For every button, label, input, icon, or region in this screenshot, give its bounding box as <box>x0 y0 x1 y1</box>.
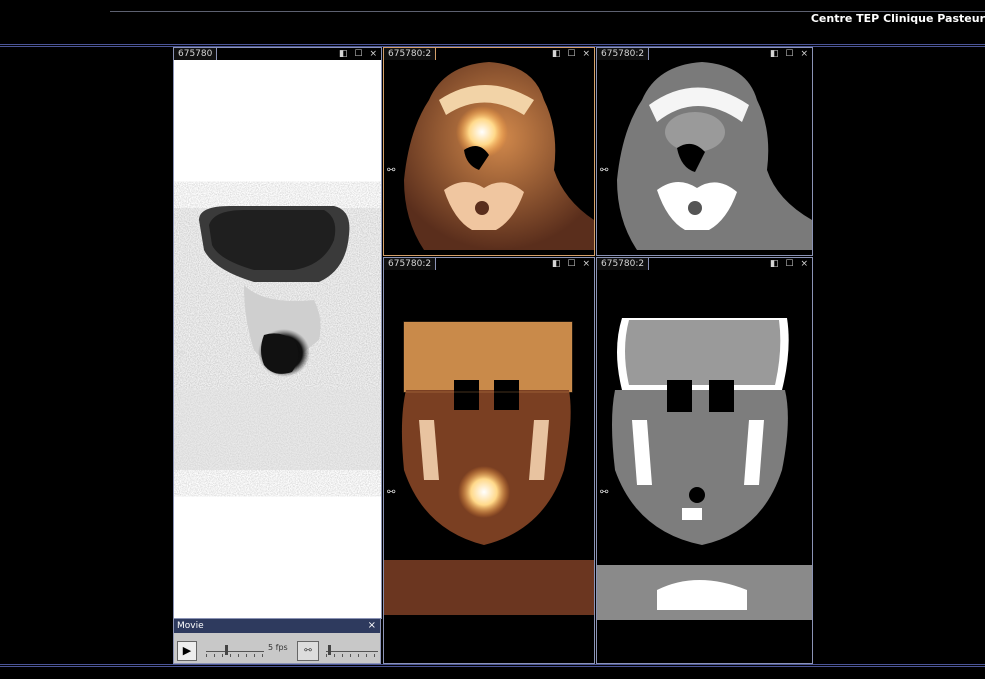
speed-slider[interactable] <box>206 645 264 659</box>
fps-label: 5 fps <box>268 643 288 652</box>
sync-button[interactable]: ⚯ <box>297 641 319 661</box>
viewer-tab[interactable]: 675780:2 <box>597 48 650 60</box>
viewer-mip[interactable]: 675780 ◧ ☐ × ⚯ <box>173 47 382 619</box>
ct-axial-image[interactable]: ⚯ <box>597 60 812 255</box>
fused-coronal-scan <box>384 321 594 615</box>
close-icon[interactable]: × <box>800 259 808 269</box>
viewer-fused-coronal[interactable]: 675780:2 ◧ ☐ × ⚯ <box>383 257 595 664</box>
site-name: Centre TEP Clinique Pasteur <box>810 12 985 25</box>
movie-title: Movie <box>177 621 204 631</box>
viewer-fused-axial[interactable]: 675780:2 ◧ ☐ × ⚯ <box>383 47 595 256</box>
link-icon[interactable]: ⚯ <box>600 487 608 498</box>
viewer-header: 675780:2 ◧ ☐ × <box>597 258 812 270</box>
viewer-tab[interactable]: 675780:2 <box>384 48 437 60</box>
footer-rule-1 <box>0 664 985 665</box>
restore-icon[interactable]: ◧ <box>770 259 779 269</box>
close-icon[interactable]: × <box>369 49 377 59</box>
sync-icon: ⚯ <box>304 646 312 656</box>
movie-close-icon[interactable]: × <box>368 619 376 633</box>
header-rule-1 <box>0 44 985 45</box>
footer-rule-2 <box>0 666 985 667</box>
restore-icon[interactable]: ◧ <box>552 49 561 59</box>
viewer-header: 675780:2 ◧ ☐ × <box>384 48 594 60</box>
mip-image[interactable]: ⚯ <box>174 60 381 618</box>
ct-coronal-scan <box>597 318 812 620</box>
link-icon[interactable]: ⚯ <box>600 165 608 176</box>
restore-icon[interactable]: ◧ <box>552 259 561 269</box>
viewer-header: 675780:2 ◧ ☐ × <box>597 48 812 60</box>
viewer-ct-coronal[interactable]: 675780:2 ◧ ☐ × ⚯ <box>596 257 813 664</box>
mip-scan-image <box>174 205 381 470</box>
frame-slider-thumb[interactable] <box>328 645 331 655</box>
restore-icon[interactable]: ◧ <box>339 49 348 59</box>
restore-icon[interactable]: ◧ <box>770 49 779 59</box>
viewer-header: 675780:2 ◧ ☐ × <box>384 258 594 270</box>
fused-axial-scan <box>404 62 594 250</box>
movie-header: Movie × <box>174 619 380 633</box>
viewer-header: 675780 ◧ ☐ × <box>174 48 381 60</box>
viewer-tab[interactable]: 675780:2 <box>384 258 437 270</box>
play-button[interactable]: ▶ <box>177 641 197 661</box>
link-icon[interactable]: ⚯ <box>387 487 395 498</box>
link-icon[interactable]: ⚯ <box>177 348 185 359</box>
viewer-tab[interactable]: 675780:2 <box>597 258 650 270</box>
speed-slider-thumb[interactable] <box>225 645 228 655</box>
fused-axial-image[interactable]: ⚯ <box>384 60 594 255</box>
maximize-icon[interactable]: ☐ <box>354 49 362 59</box>
viewer-ct-axial[interactable]: 675780:2 ◧ ☐ × ⚯ <box>596 47 813 256</box>
close-icon[interactable]: × <box>800 49 808 59</box>
maximize-icon[interactable]: ☐ <box>785 49 793 59</box>
ct-axial-scan <box>617 62 812 250</box>
frame-slider[interactable] <box>326 645 378 659</box>
link-icon[interactable]: ⚯ <box>387 165 395 176</box>
fused-coronal-image[interactable]: ⚯ <box>384 270 594 663</box>
maximize-icon[interactable]: ☐ <box>567 49 575 59</box>
maximize-icon[interactable]: ☐ <box>785 259 793 269</box>
ct-coronal-image[interactable]: ⚯ <box>597 270 812 663</box>
close-icon[interactable]: × <box>582 49 590 59</box>
maximize-icon[interactable]: ☐ <box>567 259 575 269</box>
close-icon[interactable]: × <box>582 259 590 269</box>
viewer-tab[interactable]: 675780 <box>174 48 218 60</box>
movie-panel: Movie × ▶ 5 fps ⚯ <box>173 618 381 664</box>
